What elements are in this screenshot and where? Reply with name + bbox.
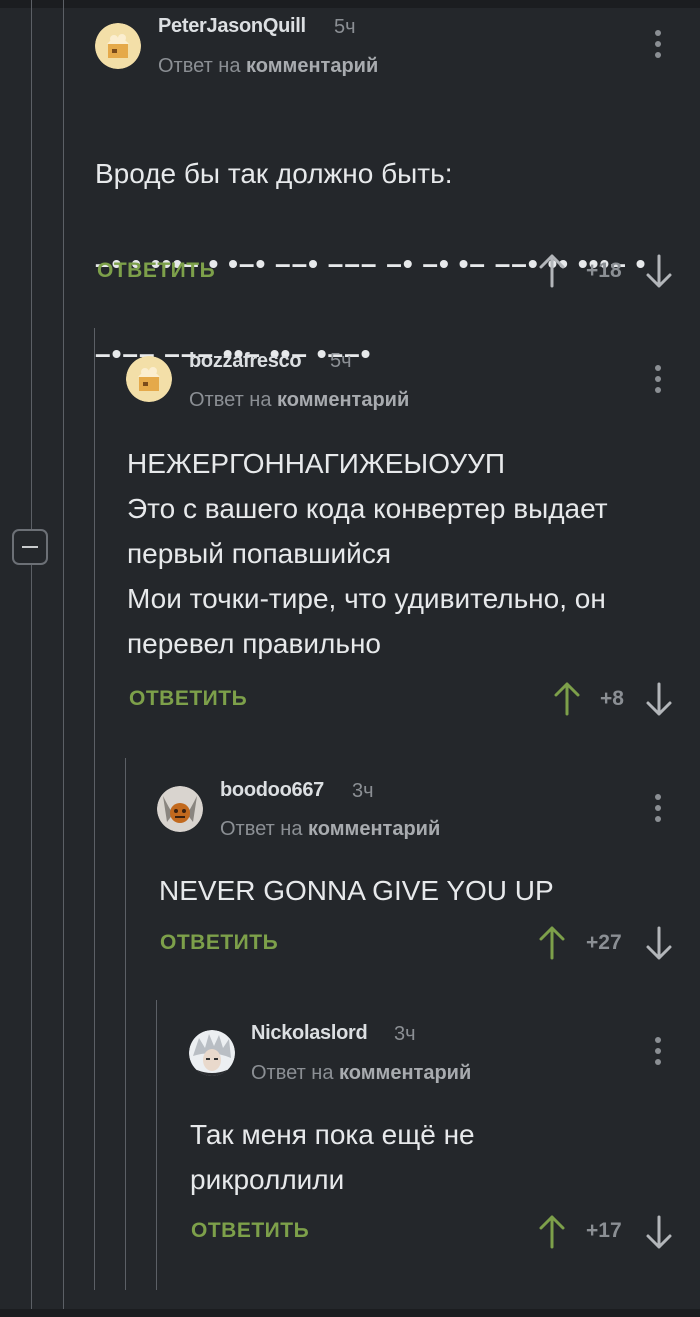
thread-line [94, 328, 95, 1290]
bottom-edge [0, 1309, 700, 1317]
comment-text: НЕЖЕРГОННАГИЖЕЫОУУП Это с вашего кода ко… [127, 448, 608, 659]
thread-line [156, 1000, 157, 1290]
comment-text-line: Вроде бы так должно быть: [95, 158, 453, 189]
reply-to-link[interactable]: комментарий [339, 1062, 471, 1084]
arrow-down-icon [646, 926, 672, 960]
reply-to-prefix: Ответ на [189, 389, 272, 411]
reply-to: Ответ на комментарий [189, 389, 409, 412]
reply-to: Ответ на комментарий [251, 1062, 471, 1085]
upvote-button[interactable] [537, 253, 567, 289]
score: +18 [586, 259, 622, 282]
username[interactable]: bozzafresco [189, 350, 302, 373]
arrow-down-icon [646, 682, 672, 716]
reply-to-prefix: Ответ на [220, 818, 303, 840]
thread-line [125, 758, 126, 1290]
collapse-thread-button[interactable] [12, 529, 48, 565]
comment-text: NEVER GONNA GIVE YOU UP [159, 875, 554, 906]
upvote-button[interactable] [537, 1214, 567, 1250]
reply-button[interactable]: ОТВЕТИТЬ [129, 687, 247, 711]
username[interactable]: Nickolaslord [251, 1022, 368, 1045]
downvote-button[interactable] [644, 681, 674, 717]
avatar[interactable] [157, 786, 203, 832]
score: +27 [586, 931, 622, 954]
username[interactable]: boodoo667 [220, 779, 324, 802]
score: +8 [600, 687, 624, 710]
timestamp: 5ч [330, 350, 352, 372]
upvote-button[interactable] [537, 925, 567, 961]
downvote-button[interactable] [644, 1214, 674, 1250]
score: +17 [586, 1219, 622, 1242]
reply-to-prefix: Ответ на [251, 1062, 334, 1084]
arrow-down-icon [646, 1215, 672, 1249]
username[interactable]: PeterJasonQuill [158, 15, 306, 38]
arrow-up-icon [539, 926, 565, 960]
top-edge [0, 0, 700, 8]
timestamp: 3ч [352, 780, 374, 802]
reply-button[interactable]: ОТВЕТИТЬ [191, 1219, 309, 1243]
more-menu-icon[interactable] [651, 1035, 665, 1067]
morse-line: –•–– ––– ••– ••– •––• [95, 338, 372, 369]
reply-button[interactable]: ОТВЕТИТЬ [97, 259, 215, 283]
minus-icon [22, 546, 38, 548]
arrow-up-icon [539, 254, 565, 288]
more-menu-icon[interactable] [651, 792, 665, 824]
timestamp: 3ч [394, 1023, 416, 1045]
reply-to-link[interactable]: комментарий [308, 818, 440, 840]
avatar[interactable] [95, 23, 141, 69]
reply-to: Ответ на комментарий [220, 818, 440, 841]
thread-line [31, 565, 32, 1310]
arrow-up-icon [554, 682, 580, 716]
timestamp: 5ч [334, 16, 356, 38]
downvote-button[interactable] [644, 253, 674, 289]
avatar[interactable] [189, 1030, 235, 1076]
avatar[interactable] [126, 356, 172, 402]
arrow-up-icon [539, 1215, 565, 1249]
reply-to-prefix: Ответ на [158, 55, 241, 77]
reply-to: Ответ на комментарий [158, 55, 378, 78]
reply-button[interactable]: ОТВЕТИТЬ [160, 931, 278, 955]
thread-line [63, 0, 64, 1310]
upvote-button[interactable] [552, 681, 582, 717]
more-menu-icon[interactable] [651, 28, 665, 60]
arrow-down-icon [646, 254, 672, 288]
thread-line [31, 0, 32, 530]
reply-to-link[interactable]: комментарий [246, 55, 378, 77]
reply-to-link[interactable]: комментарий [277, 389, 409, 411]
downvote-button[interactable] [644, 925, 674, 961]
more-menu-icon[interactable] [651, 363, 665, 395]
comment-text: Так меня пока ещё не рикроллили [190, 1119, 475, 1195]
